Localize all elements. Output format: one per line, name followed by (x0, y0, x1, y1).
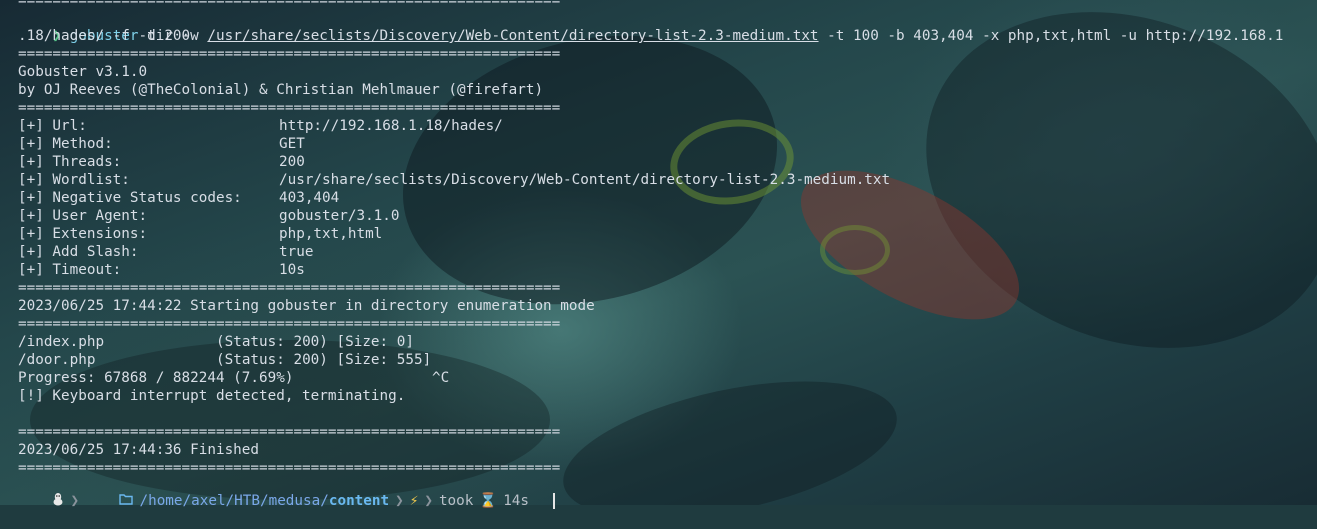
start-message: 2023/06/25 17:44:22 Starting gobuster in… (18, 298, 595, 314)
text-cursor (553, 493, 556, 509)
linux-icon (18, 474, 64, 529)
segment-separator-icon: ❯ (424, 493, 433, 509)
took-value: 14s (503, 493, 530, 509)
segment-separator-icon: ❯ (70, 493, 80, 509)
banner-version: Gobuster v3.1.0 (18, 64, 148, 80)
separator-line: ========================================… (18, 424, 561, 440)
config-row: [+] Extensions: php,txt,html (18, 226, 383, 242)
interrupt-message: [!] Keyboard interrupt detected, termina… (18, 388, 406, 404)
folder-icon (85, 474, 134, 528)
prompt-statusbar: ❯ /home/axel/HTB/medusa/content ❯ ⚡ ❯ to… (18, 492, 556, 510)
separator-line: ========================================… (18, 280, 561, 296)
config-row: [+] Method: GET (18, 136, 305, 152)
config-row: [+] Wordlist:/usr/share/seclists/Discove… (18, 172, 891, 188)
took-label: took (438, 493, 474, 509)
config-row: [+] Threads: 200 (18, 154, 305, 170)
interrupt-signal: ^C (432, 370, 450, 386)
config-row: [+] User Agent: gobuster/3.1.0 (18, 208, 400, 224)
banner-authors: by OJ Reeves (@TheColonial) & Christian … (18, 82, 544, 98)
finished-message: 2023/06/25 17:44:36 Finished (18, 442, 260, 458)
result-row: /door.php (Status: 200) [Size: 555] (18, 352, 432, 368)
separator-line: ========================================… (18, 100, 561, 116)
separator-line: ========================================… (18, 316, 561, 332)
command-line[interactable]: ❯ gobuster dir -w /usr/share/seclists/Di… (18, 9, 1283, 44)
result-row: /index.php (Status: 200) [Size: 0] (18, 334, 414, 350)
segment-separator-icon: ❯ (395, 493, 404, 509)
lightning-icon: ⚡ (409, 493, 419, 509)
command-args-rest: -t 100 -b 403,404 -x php,txt,html -u htt… (818, 28, 1284, 44)
progress-line: Progress: 67868 / 882244 (7.69%) ^C (18, 370, 450, 386)
config-row: [+] Timeout: 10s (18, 262, 305, 278)
command-continuation: .18/hades/ -f -t 200 (18, 28, 191, 44)
config-row: [+] Url: http://192.168.1.18/hades/ (18, 118, 503, 134)
current-path[interactable]: /home/axel/HTB/medusa/content (139, 492, 389, 510)
wordlist-path-link[interactable]: /usr/share/seclists/Discovery/Web-Conten… (207, 28, 818, 44)
hourglass-icon: ⌛ (479, 493, 498, 509)
config-row: [+] Add Slash: true (18, 244, 314, 260)
config-row: [+] Negative Status codes: 403,404 (18, 190, 340, 206)
separator-line: ========================================… (18, 46, 561, 62)
